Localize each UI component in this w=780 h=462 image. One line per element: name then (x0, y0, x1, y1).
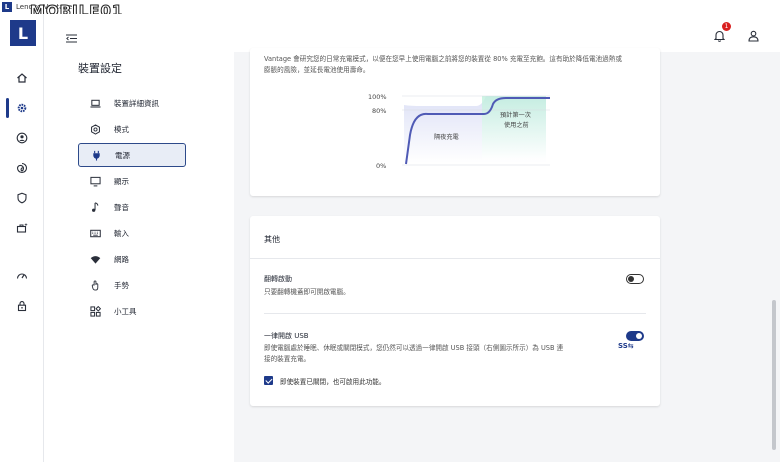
charging-curve-diagram: 100% 80% 0% 隔夜充電 預計第一次 使用之前 (368, 93, 550, 170)
rail-performance[interactable] (6, 264, 38, 288)
nav-item-label: 聲音 (114, 202, 129, 212)
divider (264, 313, 646, 314)
always-on-usb-title: 一律開啟 USB (264, 332, 309, 340)
overnight-label: 隔夜充電 (434, 133, 459, 141)
rail-security[interactable] (6, 186, 38, 210)
smart-charging-description: Vantage 會研究您的日常充電模式，以便在您早上使用電腦之前將您的裝置從 8… (264, 55, 622, 74)
other-section-title: 其他 (264, 235, 280, 244)
y-label-100: 100% (368, 93, 387, 101)
nav-item-label: 網路 (114, 254, 129, 264)
usb-superspeed-icon: SS⇆ (618, 342, 634, 350)
nav-item-label: 裝置詳細資訊 (114, 98, 159, 108)
nav-item-label: 顯示 (114, 176, 129, 186)
before-use-label-line2: 使用之前 (504, 121, 529, 129)
rail-home[interactable] (6, 66, 38, 90)
nav-item-label: 手勢 (114, 280, 129, 290)
menu-collapse-icon (66, 34, 77, 43)
y-label-80: 80% (372, 107, 386, 115)
plug-icon (93, 150, 100, 161)
hexagon-icon (91, 123, 100, 135)
other-settings-card: 其他 翻轉啟動 只要翻轉機蓋即可開啟電腦。 一律開啟 USB 即使電腦處於睡眠、… (250, 216, 660, 406)
nav-item-device-details[interactable]: 裝置詳細資訊 (78, 91, 186, 115)
content-scrollbar[interactable] (772, 300, 776, 450)
briefcase-sparkle-icon (16, 223, 28, 233)
nav-item-display[interactable]: 顯示 (78, 169, 186, 193)
rail-lock[interactable] (6, 294, 38, 318)
settings-content: Vantage 會研究您的日常充電模式，以便在您早上使用電腦之前將您的裝置從 8… (234, 48, 780, 462)
rail-toolbox[interactable] (6, 216, 38, 240)
app-logo: L (2, 2, 12, 12)
shield-icon (17, 192, 27, 204)
notification-badge: 1 (722, 22, 731, 31)
always-on-usb-description-line1: 即使電腦處於睡眠、休眠或關閉模式，您仍然可以透過一律開啟 USB 接頭（右側圖示… (264, 344, 564, 352)
before-use-label-line1: 預計第一次 (500, 111, 531, 119)
nav-item-network[interactable]: 網路 (78, 247, 186, 271)
nav-item-power[interactable]: 電源 (78, 143, 186, 167)
rail-account[interactable] (6, 126, 38, 150)
flip-to-boot-title: 翻轉啟動 (264, 275, 292, 283)
smart-charging-card: Vantage 會研究您的日常充電模式，以便在您早上使用電腦之前將您的裝置從 8… (250, 48, 660, 196)
bell-icon (713, 30, 726, 42)
rail-settings[interactable] (6, 96, 38, 120)
nav-item-modes[interactable]: 模式 (78, 117, 186, 141)
hand-icon (91, 279, 99, 291)
flip-to-boot-toggle[interactable] (626, 274, 644, 284)
keyboard-icon (90, 229, 101, 237)
top-header: 1 (44, 14, 780, 52)
lock-icon (17, 301, 27, 312)
enable-when-off-checkbox[interactable] (264, 376, 273, 385)
rail-apps[interactable] (6, 156, 38, 180)
laptop-icon (90, 99, 101, 108)
nav-item-label: 電源 (115, 150, 130, 160)
account-circle-icon (16, 132, 28, 144)
monitor-icon (90, 176, 101, 186)
collapse-menu-button[interactable] (66, 28, 77, 47)
speedometer-icon (16, 273, 28, 279)
nav-item-label: 輸入 (114, 228, 129, 238)
y-label-0: 0% (376, 162, 386, 170)
enable-when-off-label: 即使裝置已關閉，也可啟用此功能。 (280, 378, 386, 386)
device-settings-nav: 裝置設定 裝置詳細資訊 模式 電源 顯示 聲音 輸入 網路 手勢 小工具 (44, 52, 234, 462)
user-account-button[interactable] (748, 27, 759, 46)
always-on-usb-description: 即使電腦處於睡眠、休眠或關閉模式，您仍然可以透過一律開啟 USB 接頭（右側圖示… (264, 343, 614, 365)
divider (250, 258, 660, 259)
nav-item-audio[interactable]: 聲音 (78, 195, 186, 219)
widgets-icon (90, 305, 101, 317)
lenovo-logo[interactable]: L (10, 20, 36, 46)
nav-item-gestures[interactable]: 手勢 (78, 273, 186, 297)
flip-to-boot-description: 只要翻轉機蓋即可開啟電腦。 (264, 288, 350, 296)
music-note-icon (92, 201, 99, 212)
home-icon (17, 73, 27, 83)
swirl-icon (16, 162, 28, 174)
nav-item-input[interactable]: 輸入 (78, 221, 186, 245)
nav-item-label: 小工具 (114, 306, 137, 316)
nav-title: 裝置設定 (78, 62, 122, 75)
left-rail: L (0, 14, 44, 462)
wifi-icon (90, 255, 101, 264)
always-on-usb-description-line2: 接的裝置充電。 (264, 355, 311, 363)
nav-item-widgets[interactable]: 小工具 (78, 299, 186, 323)
gear-icon (17, 103, 27, 113)
nav-item-label: 模式 (114, 124, 129, 134)
person-icon (748, 30, 759, 42)
always-on-usb-toggle[interactable] (626, 331, 644, 341)
